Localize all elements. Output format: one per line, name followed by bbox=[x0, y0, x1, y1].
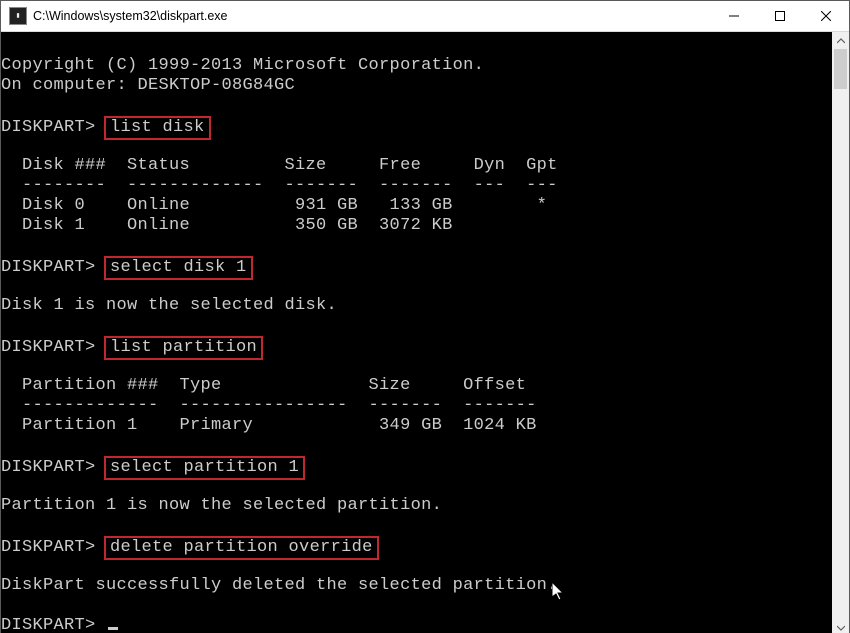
msg-select-partition: Partition 1 is now the selected partitio… bbox=[1, 496, 832, 516]
partition-table-header: Partition ### Type Size Offset bbox=[1, 376, 832, 396]
chevron-down-icon bbox=[837, 624, 845, 632]
diskpart-window: ▮ C:\Windows\system32\diskpart.exe Copyr… bbox=[0, 0, 850, 633]
scrollbar-thumb[interactable] bbox=[834, 49, 847, 89]
minimize-icon bbox=[729, 11, 739, 21]
command-select-partition: select partition 1 bbox=[104, 456, 305, 480]
prompt-label: DISKPART> bbox=[1, 616, 96, 633]
disk-table-divider: -------- ------------- ------- ------- -… bbox=[1, 176, 832, 196]
window-title: C:\Windows\system32\diskpart.exe bbox=[33, 9, 228, 23]
disk-row-0: Disk 0 Online 931 GB 133 GB * bbox=[1, 196, 832, 216]
prompt-line-3: DISKPART> list partition bbox=[1, 336, 832, 356]
command-delete-partition: delete partition override bbox=[104, 536, 379, 560]
terminal-output[interactable]: Copyright (C) 1999-2013 Microsoft Corpor… bbox=[1, 32, 832, 633]
command-list-partition: list partition bbox=[104, 336, 263, 360]
partition-row-1: Partition 1 Primary 349 GB 1024 KB bbox=[1, 416, 832, 436]
prompt-line-1: DISKPART> list disk bbox=[1, 116, 832, 136]
chevron-up-icon bbox=[837, 37, 845, 45]
maximize-icon bbox=[775, 11, 785, 21]
disk-row-1: Disk 1 Online 350 GB 3072 KB bbox=[1, 216, 832, 236]
prompt-line-5: DISKPART> delete partition override bbox=[1, 536, 832, 556]
prompt-label: DISKPART> bbox=[1, 458, 96, 477]
prompt-label: DISKPART> bbox=[1, 258, 96, 277]
disk-table-header: Disk ### Status Size Free Dyn Gpt bbox=[1, 156, 832, 176]
maximize-button[interactable] bbox=[757, 1, 803, 32]
command-select-disk: select disk 1 bbox=[104, 256, 253, 280]
minimize-button[interactable] bbox=[711, 1, 757, 32]
msg-deleted: DiskPart successfully deleted the select… bbox=[1, 576, 832, 596]
close-icon bbox=[821, 11, 831, 21]
scroll-up-button[interactable] bbox=[832, 32, 849, 49]
computer-line: On computer: DESKTOP-08G84GC bbox=[1, 76, 832, 96]
vertical-scrollbar[interactable] bbox=[832, 32, 849, 633]
prompt-line-4: DISKPART> select partition 1 bbox=[1, 456, 832, 476]
prompt-label: DISKPART> bbox=[1, 538, 96, 557]
app-icon: ▮ bbox=[9, 7, 27, 25]
app-icon-glyph: ▮ bbox=[16, 13, 19, 19]
prompt-label: DISKPART> bbox=[1, 118, 96, 137]
prompt-label: DISKPART> bbox=[1, 338, 96, 357]
partition-table-divider: ------------- ---------------- ------- -… bbox=[1, 396, 832, 416]
titlebar[interactable]: ▮ C:\Windows\system32\diskpart.exe bbox=[1, 1, 849, 32]
msg-select-disk: Disk 1 is now the selected disk. bbox=[1, 296, 832, 316]
scrollbar-track[interactable] bbox=[832, 49, 849, 619]
scroll-down-button[interactable] bbox=[832, 619, 849, 633]
close-button[interactable] bbox=[803, 1, 849, 32]
text-cursor bbox=[108, 627, 118, 630]
prompt-line-2: DISKPART> select disk 1 bbox=[1, 256, 832, 276]
copyright-line: Copyright (C) 1999-2013 Microsoft Corpor… bbox=[1, 56, 832, 76]
content-area: Copyright (C) 1999-2013 Microsoft Corpor… bbox=[1, 32, 849, 633]
prompt-line-active: DISKPART> bbox=[1, 616, 832, 633]
command-list-disk: list disk bbox=[104, 116, 211, 140]
